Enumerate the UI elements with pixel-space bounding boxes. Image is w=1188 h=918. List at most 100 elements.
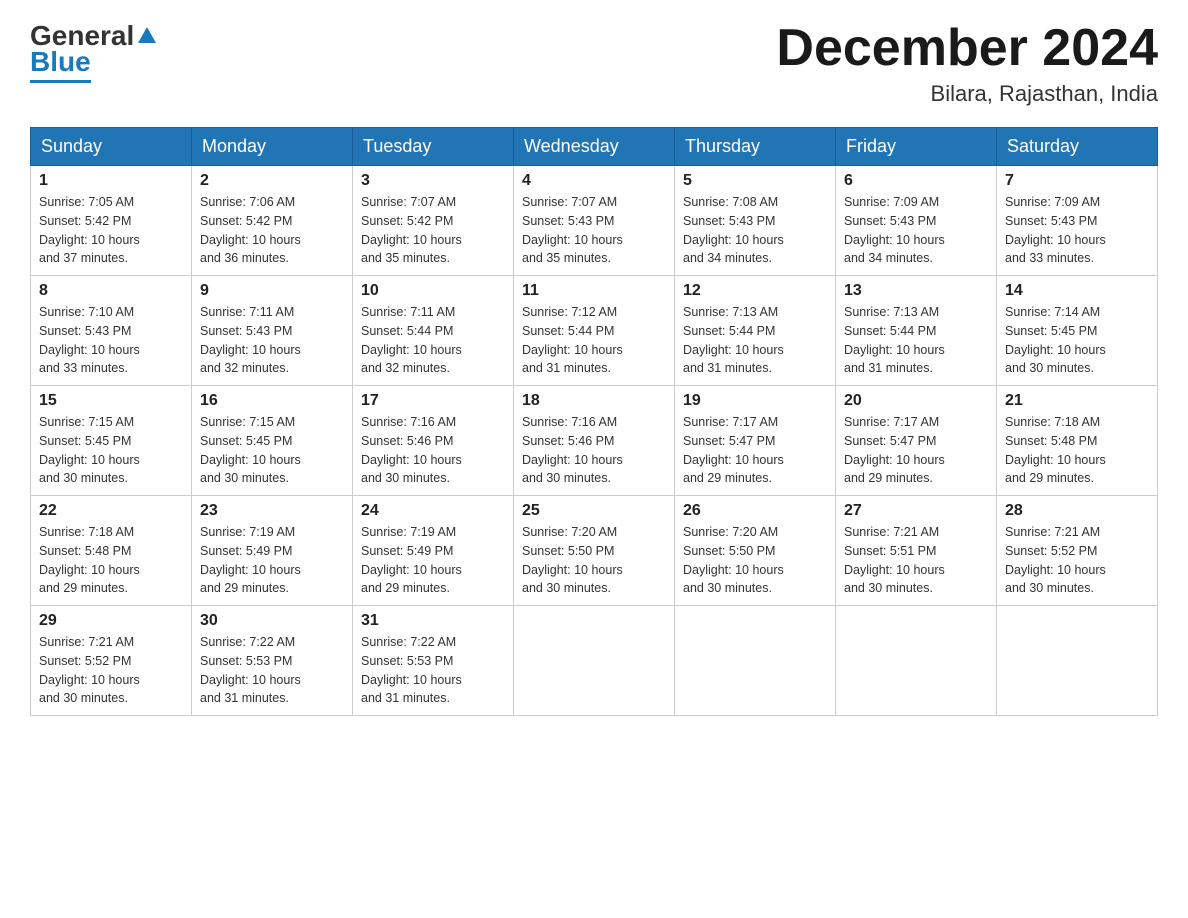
logo-icon: [136, 25, 158, 47]
day-number: 2: [200, 172, 344, 190]
calendar-cell: 19 Sunrise: 7:17 AM Sunset: 5:47 PM Dayl…: [675, 386, 836, 496]
day-number: 16: [200, 392, 344, 410]
day-info: Sunrise: 7:18 AM Sunset: 5:48 PM Dayligh…: [1005, 413, 1149, 488]
day-number: 14: [1005, 282, 1149, 300]
day-info: Sunrise: 7:17 AM Sunset: 5:47 PM Dayligh…: [844, 413, 988, 488]
day-info: Sunrise: 7:19 AM Sunset: 5:49 PM Dayligh…: [361, 523, 505, 598]
day-number: 29: [39, 612, 183, 630]
day-number: 13: [844, 282, 988, 300]
day-number: 22: [39, 502, 183, 520]
day-info: Sunrise: 7:07 AM Sunset: 5:42 PM Dayligh…: [361, 193, 505, 268]
calendar-cell: 12 Sunrise: 7:13 AM Sunset: 5:44 PM Dayl…: [675, 276, 836, 386]
day-number: 3: [361, 172, 505, 190]
day-info: Sunrise: 7:20 AM Sunset: 5:50 PM Dayligh…: [683, 523, 827, 598]
calendar-cell: 22 Sunrise: 7:18 AM Sunset: 5:48 PM Dayl…: [31, 496, 192, 606]
calendar-week-5: 29 Sunrise: 7:21 AM Sunset: 5:52 PM Dayl…: [31, 606, 1158, 716]
day-info: Sunrise: 7:10 AM Sunset: 5:43 PM Dayligh…: [39, 303, 183, 378]
day-number: 6: [844, 172, 988, 190]
day-info: Sunrise: 7:16 AM Sunset: 5:46 PM Dayligh…: [522, 413, 666, 488]
calendar-cell: 27 Sunrise: 7:21 AM Sunset: 5:51 PM Dayl…: [836, 496, 997, 606]
day-number: 31: [361, 612, 505, 630]
logo: General Blue: [30, 20, 158, 83]
weekday-header-sunday: Sunday: [31, 128, 192, 166]
day-info: Sunrise: 7:19 AM Sunset: 5:49 PM Dayligh…: [200, 523, 344, 598]
weekday-header-wednesday: Wednesday: [514, 128, 675, 166]
calendar-cell: 21 Sunrise: 7:18 AM Sunset: 5:48 PM Dayl…: [997, 386, 1158, 496]
calendar-cell: 15 Sunrise: 7:15 AM Sunset: 5:45 PM Dayl…: [31, 386, 192, 496]
day-info: Sunrise: 7:21 AM Sunset: 5:52 PM Dayligh…: [1005, 523, 1149, 598]
calendar-cell: [997, 606, 1158, 716]
calendar-cell: 14 Sunrise: 7:14 AM Sunset: 5:45 PM Dayl…: [997, 276, 1158, 386]
weekday-header-row: SundayMondayTuesdayWednesdayThursdayFrid…: [31, 128, 1158, 166]
day-info: Sunrise: 7:11 AM Sunset: 5:43 PM Dayligh…: [200, 303, 344, 378]
day-info: Sunrise: 7:18 AM Sunset: 5:48 PM Dayligh…: [39, 523, 183, 598]
day-info: Sunrise: 7:11 AM Sunset: 5:44 PM Dayligh…: [361, 303, 505, 378]
calendar-cell: 23 Sunrise: 7:19 AM Sunset: 5:49 PM Dayl…: [192, 496, 353, 606]
calendar-cell: 8 Sunrise: 7:10 AM Sunset: 5:43 PM Dayli…: [31, 276, 192, 386]
day-info: Sunrise: 7:22 AM Sunset: 5:53 PM Dayligh…: [200, 633, 344, 708]
day-number: 8: [39, 282, 183, 300]
day-info: Sunrise: 7:15 AM Sunset: 5:45 PM Dayligh…: [200, 413, 344, 488]
calendar-cell: [836, 606, 997, 716]
location: Bilara, Rajasthan, India: [776, 81, 1158, 107]
day-info: Sunrise: 7:13 AM Sunset: 5:44 PM Dayligh…: [844, 303, 988, 378]
title-section: December 2024 Bilara, Rajasthan, India: [776, 20, 1158, 107]
calendar-cell: 18 Sunrise: 7:16 AM Sunset: 5:46 PM Dayl…: [514, 386, 675, 496]
calendar-cell: 10 Sunrise: 7:11 AM Sunset: 5:44 PM Dayl…: [353, 276, 514, 386]
calendar-cell: 31 Sunrise: 7:22 AM Sunset: 5:53 PM Dayl…: [353, 606, 514, 716]
day-number: 26: [683, 502, 827, 520]
day-info: Sunrise: 7:13 AM Sunset: 5:44 PM Dayligh…: [683, 303, 827, 378]
page-header: General Blue December 2024 Bilara, Rajas…: [30, 20, 1158, 107]
calendar-week-2: 8 Sunrise: 7:10 AM Sunset: 5:43 PM Dayli…: [31, 276, 1158, 386]
calendar-cell: 28 Sunrise: 7:21 AM Sunset: 5:52 PM Dayl…: [997, 496, 1158, 606]
calendar-cell: 29 Sunrise: 7:21 AM Sunset: 5:52 PM Dayl…: [31, 606, 192, 716]
calendar-cell: 4 Sunrise: 7:07 AM Sunset: 5:43 PM Dayli…: [514, 166, 675, 276]
day-info: Sunrise: 7:22 AM Sunset: 5:53 PM Dayligh…: [361, 633, 505, 708]
day-info: Sunrise: 7:12 AM Sunset: 5:44 PM Dayligh…: [522, 303, 666, 378]
day-number: 28: [1005, 502, 1149, 520]
calendar-cell: 5 Sunrise: 7:08 AM Sunset: 5:43 PM Dayli…: [675, 166, 836, 276]
day-info: Sunrise: 7:08 AM Sunset: 5:43 PM Dayligh…: [683, 193, 827, 268]
calendar-week-3: 15 Sunrise: 7:15 AM Sunset: 5:45 PM Dayl…: [31, 386, 1158, 496]
day-number: 21: [1005, 392, 1149, 410]
calendar-cell: 16 Sunrise: 7:15 AM Sunset: 5:45 PM Dayl…: [192, 386, 353, 496]
calendar-cell: 17 Sunrise: 7:16 AM Sunset: 5:46 PM Dayl…: [353, 386, 514, 496]
day-number: 27: [844, 502, 988, 520]
day-number: 20: [844, 392, 988, 410]
calendar-cell: 25 Sunrise: 7:20 AM Sunset: 5:50 PM Dayl…: [514, 496, 675, 606]
calendar-cell: 20 Sunrise: 7:17 AM Sunset: 5:47 PM Dayl…: [836, 386, 997, 496]
month-title: December 2024: [776, 20, 1158, 77]
day-info: Sunrise: 7:07 AM Sunset: 5:43 PM Dayligh…: [522, 193, 666, 268]
day-number: 25: [522, 502, 666, 520]
calendar-cell: 24 Sunrise: 7:19 AM Sunset: 5:49 PM Dayl…: [353, 496, 514, 606]
calendar-week-1: 1 Sunrise: 7:05 AM Sunset: 5:42 PM Dayli…: [31, 166, 1158, 276]
calendar-cell: 2 Sunrise: 7:06 AM Sunset: 5:42 PM Dayli…: [192, 166, 353, 276]
weekday-header-saturday: Saturday: [997, 128, 1158, 166]
calendar-cell: [675, 606, 836, 716]
weekday-header-monday: Monday: [192, 128, 353, 166]
weekday-header-thursday: Thursday: [675, 128, 836, 166]
day-number: 5: [683, 172, 827, 190]
calendar-week-4: 22 Sunrise: 7:18 AM Sunset: 5:48 PM Dayl…: [31, 496, 1158, 606]
calendar-cell: 3 Sunrise: 7:07 AM Sunset: 5:42 PM Dayli…: [353, 166, 514, 276]
weekday-header-friday: Friday: [836, 128, 997, 166]
day-info: Sunrise: 7:05 AM Sunset: 5:42 PM Dayligh…: [39, 193, 183, 268]
day-info: Sunrise: 7:15 AM Sunset: 5:45 PM Dayligh…: [39, 413, 183, 488]
calendar-cell: 30 Sunrise: 7:22 AM Sunset: 5:53 PM Dayl…: [192, 606, 353, 716]
calendar-cell: 26 Sunrise: 7:20 AM Sunset: 5:50 PM Dayl…: [675, 496, 836, 606]
day-number: 12: [683, 282, 827, 300]
day-number: 24: [361, 502, 505, 520]
calendar-cell: [514, 606, 675, 716]
day-number: 19: [683, 392, 827, 410]
calendar-table: SundayMondayTuesdayWednesdayThursdayFrid…: [30, 127, 1158, 716]
weekday-header-tuesday: Tuesday: [353, 128, 514, 166]
day-number: 17: [361, 392, 505, 410]
day-number: 15: [39, 392, 183, 410]
logo-blue-text: Blue: [30, 46, 91, 83]
day-number: 9: [200, 282, 344, 300]
day-info: Sunrise: 7:09 AM Sunset: 5:43 PM Dayligh…: [844, 193, 988, 268]
calendar-cell: 1 Sunrise: 7:05 AM Sunset: 5:42 PM Dayli…: [31, 166, 192, 276]
day-info: Sunrise: 7:17 AM Sunset: 5:47 PM Dayligh…: [683, 413, 827, 488]
day-number: 1: [39, 172, 183, 190]
day-info: Sunrise: 7:14 AM Sunset: 5:45 PM Dayligh…: [1005, 303, 1149, 378]
